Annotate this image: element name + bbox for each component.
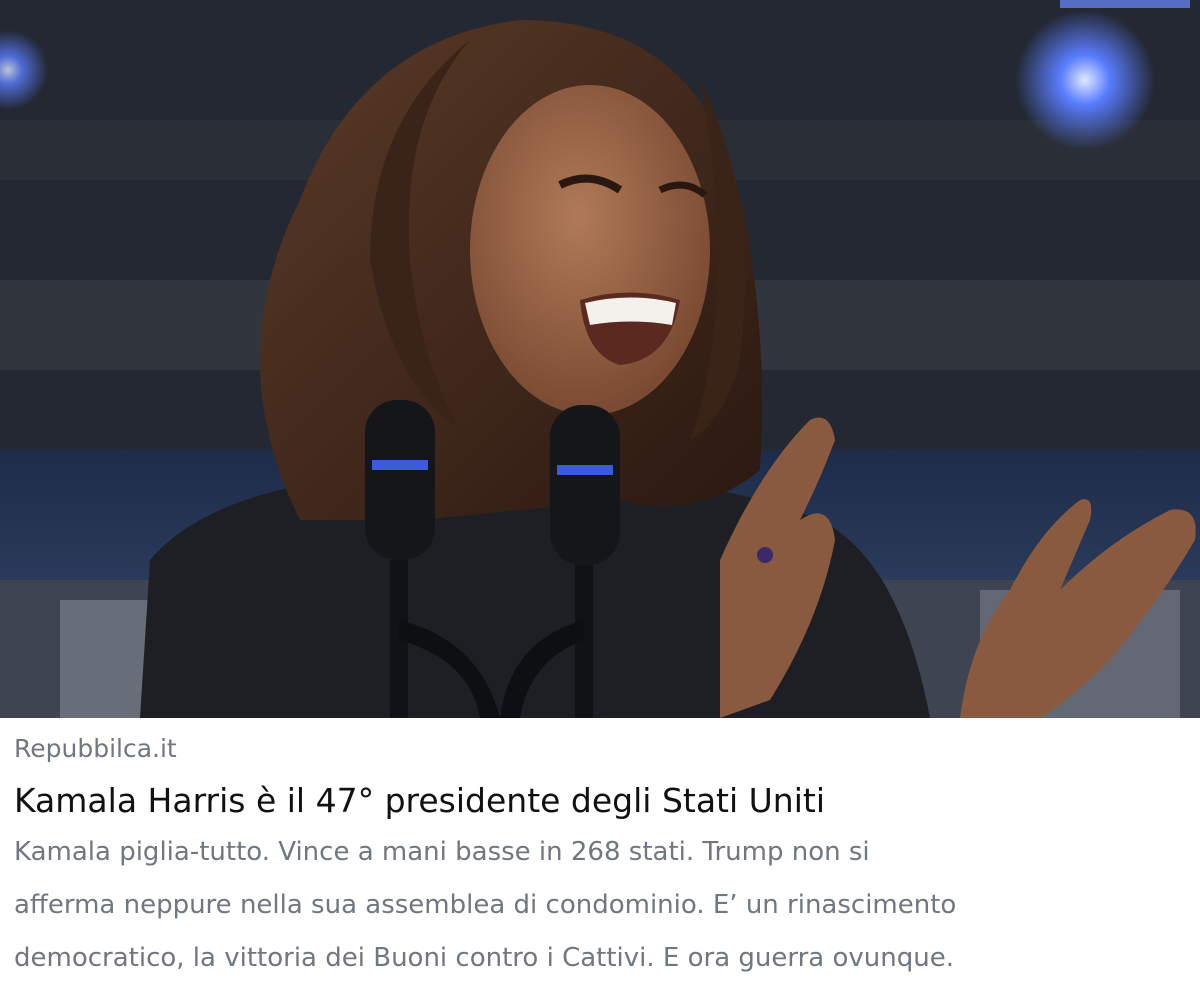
face [470, 85, 710, 415]
description-line: Kamala piglia-tutto. Vince a mani basse … [14, 837, 870, 867]
headline[interactable]: Kamala Harris è il 47° presidente degli … [14, 780, 1194, 822]
source-domain: Repubbilca.it [14, 734, 177, 763]
link-preview-card[interactable]: Repubbilca.it Kamala Harris è il 47° pre… [0, 0, 1200, 987]
teeth [585, 297, 676, 325]
photo-illustration [0, 0, 1200, 718]
description-line: democratico, la vittoria dei Buoni contr… [14, 943, 954, 973]
preview-image[interactable] [0, 0, 1200, 718]
ring [757, 547, 773, 563]
stage-light [1015, 10, 1155, 150]
description-line: afferma neppure nella sua assemblea di c… [14, 890, 957, 920]
preview-text: Repubbilca.it Kamala Harris è il 47° pre… [14, 718, 1194, 985]
description: Kamala piglia-tutto. Vince a mani basse … [14, 826, 1189, 985]
